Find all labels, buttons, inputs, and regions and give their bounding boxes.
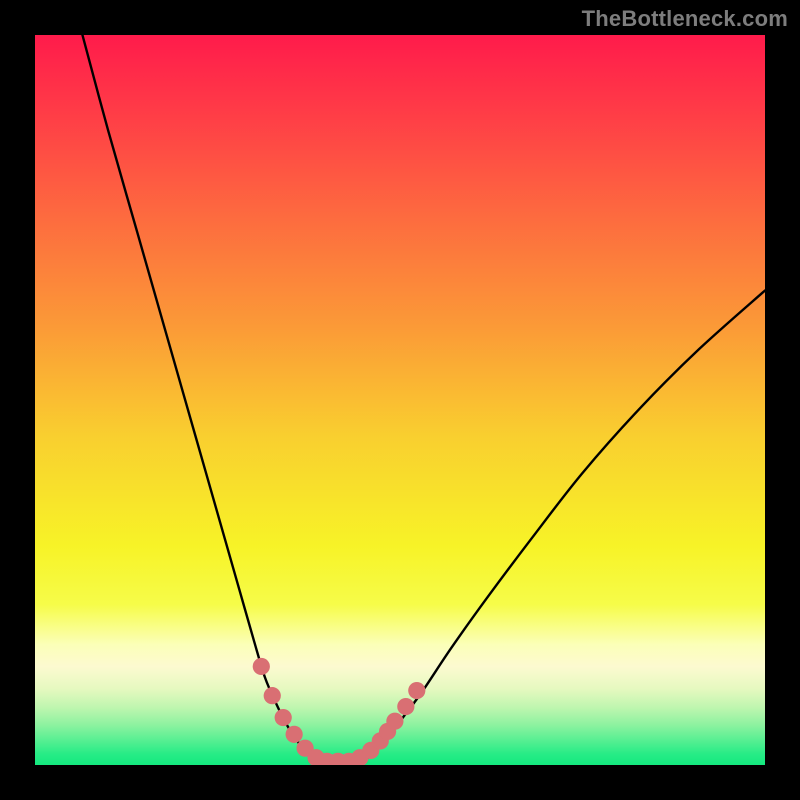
data-marker xyxy=(408,682,425,699)
curve-layer xyxy=(35,35,765,765)
data-marker xyxy=(275,709,292,726)
data-marker xyxy=(397,698,414,715)
watermark-text: TheBottleneck.com xyxy=(582,6,788,32)
bottleneck-curve xyxy=(82,35,765,764)
marker-group xyxy=(253,658,426,765)
chart-frame: TheBottleneck.com xyxy=(0,0,800,800)
plot-area xyxy=(35,35,765,765)
data-marker xyxy=(386,713,403,730)
data-marker xyxy=(264,687,281,704)
data-marker xyxy=(253,658,270,675)
data-marker xyxy=(286,726,303,743)
